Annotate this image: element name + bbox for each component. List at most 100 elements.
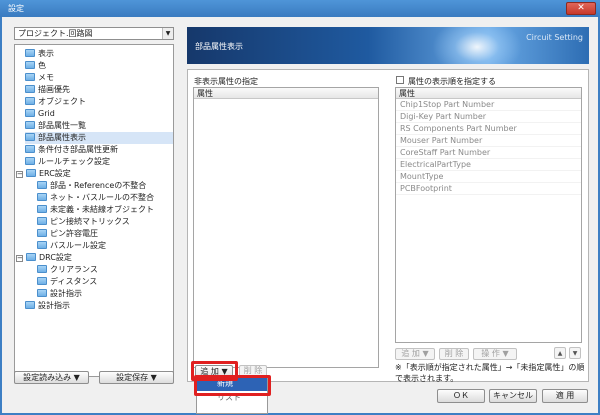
- tree-item-label: バスルール設定: [50, 241, 106, 250]
- close-button[interactable]: ✕: [566, 2, 596, 15]
- tree-item[interactable]: 未定義・未結線オブジェクト: [37, 204, 173, 216]
- folder-icon: [37, 181, 47, 189]
- load-settings-label: 設定読み込み ▼: [23, 373, 80, 382]
- folder-icon: [37, 217, 47, 225]
- page-banner: 部品属性表示 Circuit Setting: [187, 27, 589, 64]
- tree-item[interactable]: 部品属性一覧: [25, 120, 173, 132]
- list-item[interactable]: CoreStaff Part Number: [396, 147, 581, 159]
- tree-item[interactable]: − ERC設定: [16, 168, 173, 180]
- tree-item[interactable]: ネット・バスルールの不整合: [37, 192, 173, 204]
- collapse-icon[interactable]: −: [16, 255, 23, 262]
- display-order-checkbox[interactable]: [396, 76, 404, 84]
- tree-item[interactable]: ピン許容電圧: [37, 228, 173, 240]
- folder-icon: [37, 277, 47, 285]
- order-operation-label: 操 作 ▼: [481, 349, 509, 358]
- project-combo[interactable]: プロジェクト.回路図 ▼: [14, 27, 174, 40]
- apply-button[interactable]: 適 用: [542, 389, 588, 403]
- hidden-attrs-list[interactable]: 属性: [193, 87, 379, 368]
- tree-item[interactable]: オブジェクト: [25, 96, 173, 108]
- tree-item-label: ERC設定: [39, 169, 71, 178]
- list-item[interactable]: RS Components Part Number: [396, 123, 581, 135]
- tree-item-label: 未定義・未結線オブジェクト: [50, 205, 154, 214]
- list-item[interactable]: PCBFootprint: [396, 183, 581, 195]
- tree-item[interactable]: 部品属性表示: [25, 132, 173, 144]
- folder-icon: [25, 73, 35, 81]
- tree-item[interactable]: メモ: [25, 72, 173, 84]
- tree-item-label: 部品属性一覧: [38, 121, 86, 130]
- tree-item-label: 部品・Referenceの不整合: [50, 181, 147, 190]
- tree-item-label: Grid: [38, 109, 55, 118]
- tree-item-label: 設計指示: [50, 289, 82, 298]
- tree-item[interactable]: 部品・Referenceの不整合: [37, 180, 173, 192]
- list-item[interactable]: Digi-Key Part Number: [396, 111, 581, 123]
- tree-item-label: オブジェクト: [38, 97, 86, 106]
- folder-icon: [37, 193, 47, 201]
- settings-client-area: プロジェクト.回路図 ▼ 表示色メモ 描画優先 オブジェクト Grid 部品属性一覧 部品…: [2, 17, 598, 414]
- order-add-button[interactable]: 追 加 ▼: [395, 348, 435, 360]
- folder-icon: [26, 169, 36, 177]
- tree-item[interactable]: − DRC設定: [16, 252, 173, 264]
- order-delete-label: 削 除: [444, 349, 464, 358]
- order-operation-button[interactable]: 操 作 ▼: [473, 348, 517, 360]
- folder-icon: [25, 157, 35, 165]
- move-down-button[interactable]: ▼: [569, 347, 581, 359]
- tree-item-label: クリアランス: [50, 265, 98, 274]
- content-panel: 非表示属性の指定 属性 属性の表示順を指定する 属性 Chip1Stop Par…: [187, 69, 589, 383]
- settings-tree[interactable]: 表示色メモ 描画優先 オブジェクト Grid 部品属性一覧部品属性表示 条件付き部品属性更…: [14, 44, 174, 377]
- tree-item-label: ディスタンス: [50, 277, 98, 286]
- arrow-up-icon: ▲: [557, 350, 563, 357]
- tree-item[interactable]: 設計指示: [25, 300, 173, 312]
- tree-item-label: ネット・バスルールの不整合: [50, 193, 154, 202]
- cancel-label: キャンセル: [493, 391, 533, 400]
- tree-item-label: ピン許容電圧: [50, 229, 98, 238]
- folder-icon: [25, 109, 35, 117]
- collapse-icon[interactable]: −: [16, 171, 23, 178]
- list-item[interactable]: Mouser Part Number: [396, 135, 581, 147]
- window-titlebar: 設定 ✕: [0, 0, 600, 17]
- list-item[interactable]: ElectricalPartType: [396, 159, 581, 171]
- tree-item[interactable]: ディスタンス: [37, 276, 173, 288]
- tree-item-label: DRC設定: [39, 253, 72, 262]
- tree-item-label: 表示: [38, 49, 54, 58]
- tree-item[interactable]: 表示: [25, 48, 173, 60]
- list-item[interactable]: MountType: [396, 171, 581, 183]
- tree-item[interactable]: ピン接続マトリックス: [37, 216, 173, 228]
- chevron-down-icon: ▼: [162, 28, 173, 39]
- ok-button[interactable]: ＯＫ: [437, 389, 485, 403]
- page-subtitle: Circuit Setting: [526, 33, 583, 42]
- tree-item-label: 設計指示: [38, 301, 70, 310]
- hidden-delete-label: 削 除: [243, 366, 263, 375]
- display-order-note: ※「表示順が指定された属性」→「未指定属性」の順で表示されます。: [395, 363, 585, 383]
- folder-icon: [37, 265, 47, 273]
- folder-icon: [37, 205, 47, 213]
- list-item[interactable]: Chip1Stop Part Number: [396, 99, 581, 111]
- tree-item[interactable]: 描画優先: [25, 84, 173, 96]
- tree-item[interactable]: ルールチェック設定: [25, 156, 173, 168]
- cancel-button[interactable]: キャンセル: [489, 389, 537, 403]
- hidden-attrs-column-header: 属性: [194, 88, 378, 99]
- save-settings-label: 設定保存 ▼: [116, 373, 157, 382]
- tree-item[interactable]: 条件付き部品属性更新: [25, 144, 173, 156]
- tree-item[interactable]: Grid: [25, 108, 173, 120]
- tree-item[interactable]: バスルール設定: [37, 240, 173, 252]
- tree-item[interactable]: クリアランス: [37, 264, 173, 276]
- tree-item[interactable]: 設計指示: [37, 288, 173, 300]
- order-delete-button[interactable]: 削 除: [439, 348, 469, 360]
- tree-item-label: 色: [38, 61, 46, 70]
- close-icon: ✕: [577, 3, 585, 13]
- load-settings-button[interactable]: 設定読み込み ▼: [14, 371, 89, 384]
- tree-item-label: ルールチェック設定: [38, 157, 110, 166]
- move-up-button[interactable]: ▲: [554, 347, 566, 359]
- arrow-down-icon: ▼: [572, 350, 578, 357]
- folder-icon: [25, 85, 35, 93]
- save-settings-button[interactable]: 設定保存 ▼: [99, 371, 174, 384]
- tree-item-label: 条件付き部品属性更新: [38, 145, 118, 154]
- banner-glow: [432, 27, 522, 64]
- ok-label: ＯＫ: [453, 391, 469, 400]
- display-order-checkbox-label: 属性の表示順を指定する: [408, 77, 496, 86]
- display-order-list[interactable]: 属性 Chip1Stop Part Number Digi-Key Part Nu…: [395, 87, 582, 343]
- display-order-column-header: 属性: [396, 88, 581, 99]
- tree-item[interactable]: 色: [25, 60, 173, 72]
- folder-icon: [37, 241, 47, 249]
- page-title: 部品属性表示: [195, 42, 243, 51]
